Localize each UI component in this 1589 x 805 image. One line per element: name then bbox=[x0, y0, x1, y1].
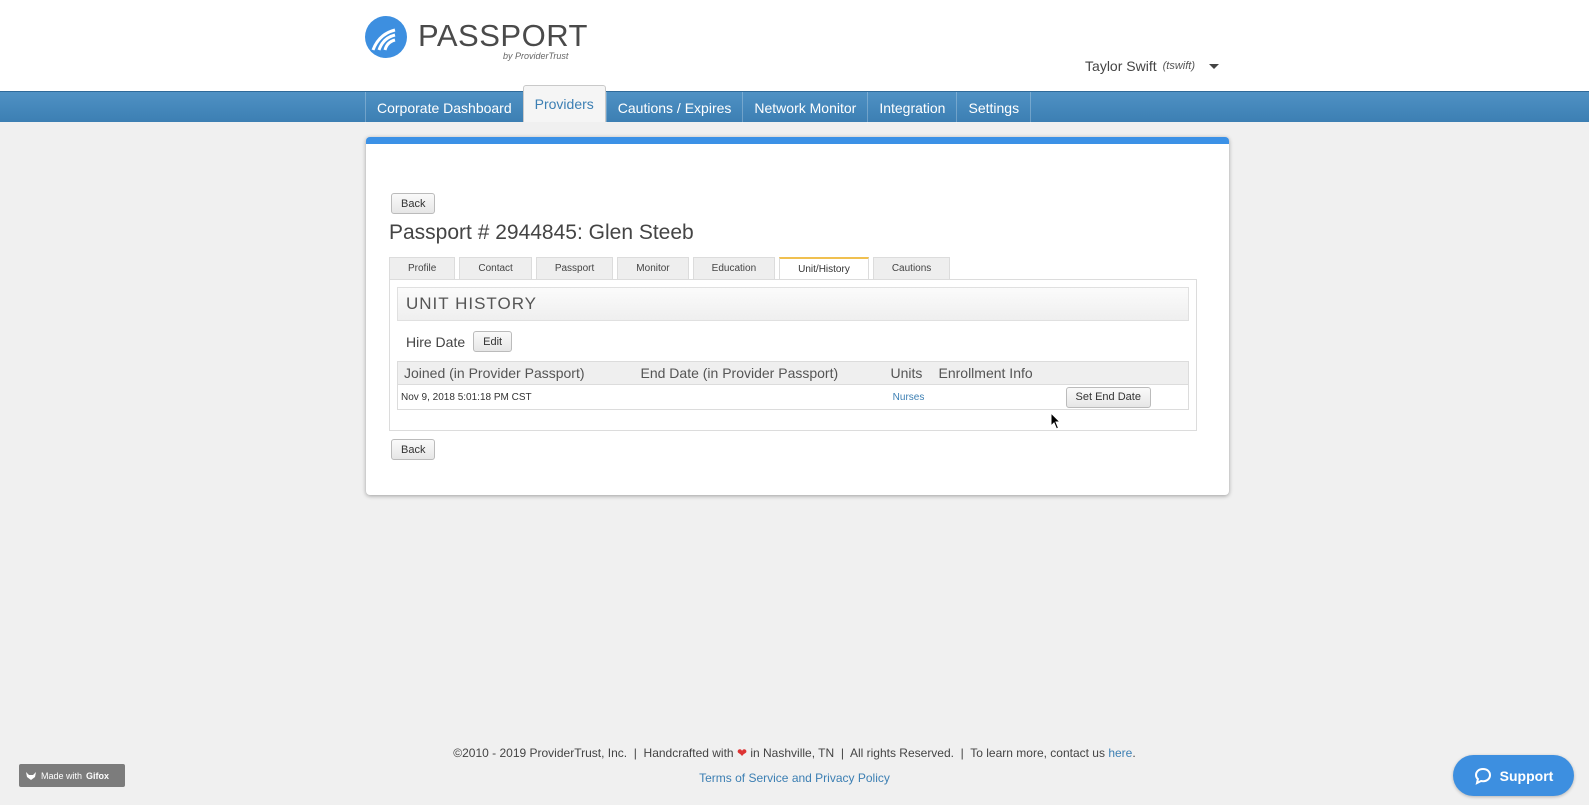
nav-network-monitor[interactable]: Network Monitor bbox=[742, 92, 867, 123]
table-header-row: Joined (in Provider Passport) End Date (… bbox=[397, 361, 1189, 385]
logo-text: PASSPORT bbox=[418, 18, 588, 53]
provider-card: Back Passport # 2944845: Glen Steeb Prof… bbox=[366, 137, 1229, 495]
unit-history-table: Joined (in Provider Passport) End Date (… bbox=[397, 361, 1189, 410]
tab-passport[interactable]: Passport bbox=[535, 257, 614, 279]
unit-history-panel: UNIT HISTORY Hire Date Edit Joined (in P… bbox=[389, 279, 1197, 431]
hire-date-row: Hire Date Edit bbox=[406, 331, 513, 352]
page-title: Passport # 2944845: Glen Steeb bbox=[389, 221, 694, 244]
main-navbar: Corporate Dashboard Providers Cautions /… bbox=[0, 85, 1589, 123]
back-button-bottom[interactable]: Back bbox=[391, 439, 436, 460]
main-nav: Corporate Dashboard Providers Cautions /… bbox=[365, 85, 1032, 123]
col-units: Units bbox=[884, 361, 933, 385]
tab-unit-history[interactable]: Unit/History bbox=[779, 257, 869, 279]
passport-logo[interactable]: PASSPORT by ProviderTrust bbox=[365, 16, 587, 62]
footer-contact: To learn more, contact us bbox=[970, 746, 1105, 760]
tab-education[interactable]: Education bbox=[692, 257, 776, 279]
provider-tabs: Profile Contact Passport Monitor Educati… bbox=[389, 257, 951, 279]
logo-mark-icon bbox=[365, 16, 407, 58]
back-button-top[interactable]: Back bbox=[391, 193, 436, 214]
tab-cautions[interactable]: Cautions bbox=[872, 257, 951, 279]
nav-corporate-dashboard[interactable]: Corporate Dashboard bbox=[365, 92, 523, 123]
user-name: Taylor Swift bbox=[1085, 58, 1157, 74]
joined-cell: Nov 9, 2018 5:01:18 PM CST bbox=[397, 384, 635, 410]
units-link[interactable]: Nurses bbox=[884, 384, 933, 410]
hire-date-label: Hire Date bbox=[406, 333, 466, 350]
nav-settings[interactable]: Settings bbox=[956, 92, 1032, 123]
user-menu[interactable]: Taylor Swift (tswift) bbox=[1085, 58, 1219, 74]
chat-bubble-icon bbox=[1474, 767, 1491, 785]
tab-contact[interactable]: Contact bbox=[459, 257, 532, 279]
gifox-brand: Gifox bbox=[86, 770, 110, 781]
footer-terms-row: Terms of Service and Privacy Policy bbox=[0, 771, 1589, 785]
user-handle: (tswift) bbox=[1162, 60, 1195, 72]
top-header: PASSPORT by ProviderTrust Taylor Swift (… bbox=[0, 0, 1589, 91]
footer-copyright: ©2010 - 2019 ProviderTrust, Inc. bbox=[453, 746, 628, 760]
nav-cautions-expires[interactable]: Cautions / Expires bbox=[605, 92, 743, 123]
logo-subtitle: by ProviderTrust bbox=[503, 51, 569, 61]
set-end-date-button[interactable]: Set End Date bbox=[1065, 386, 1151, 408]
terms-link[interactable]: Terms of Service and Privacy Policy bbox=[699, 771, 890, 785]
edit-hire-date-button[interactable]: Edit bbox=[473, 331, 513, 352]
tab-monitor[interactable]: Monitor bbox=[617, 257, 689, 279]
col-joined: Joined (in Provider Passport) bbox=[397, 361, 635, 385]
footer-contact-link[interactable]: here bbox=[1108, 746, 1132, 760]
end-date-cell bbox=[634, 384, 885, 410]
col-enrollment-info: Enrollment Info bbox=[932, 361, 1063, 385]
footer-handcrafted: Handcrafted with bbox=[643, 746, 734, 760]
support-label: Support bbox=[1499, 767, 1554, 784]
col-end-date: End Date (in Provider Passport) bbox=[634, 361, 885, 385]
col-actions bbox=[1062, 361, 1189, 385]
support-button[interactable]: Support bbox=[1453, 755, 1574, 796]
caret-down-icon bbox=[1209, 63, 1219, 69]
table-row: Nov 9, 2018 5:01:18 PM CST Nurses Set En… bbox=[397, 384, 1189, 410]
footer-info: ©2010 - 2019 ProviderTrust, Inc. | Handc… bbox=[453, 746, 1136, 760]
heart-icon: ❤ bbox=[736, 746, 747, 760]
gifox-label: Made with bbox=[41, 770, 83, 781]
nav-providers[interactable]: Providers bbox=[522, 85, 606, 122]
nav-integration[interactable]: Integration bbox=[867, 92, 956, 123]
footer-rights: All rights Reserved. bbox=[849, 746, 954, 760]
enrollment-cell bbox=[932, 384, 1063, 410]
gifox-badge: Made with Gifox bbox=[19, 764, 125, 787]
footer-location: in Nashville, TN bbox=[750, 746, 835, 760]
action-cell: Set End Date bbox=[1062, 384, 1189, 410]
section-title: UNIT HISTORY bbox=[397, 287, 1189, 321]
tab-profile[interactable]: Profile bbox=[389, 257, 456, 279]
mouse-cursor-icon bbox=[1050, 412, 1062, 430]
fox-icon bbox=[26, 771, 36, 780]
